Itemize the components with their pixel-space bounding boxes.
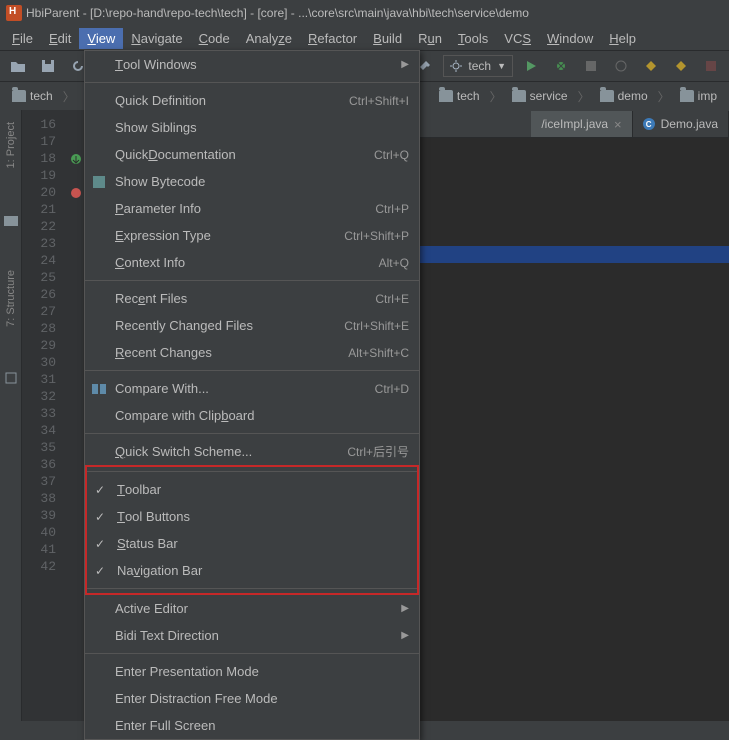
project-tool-button[interactable]: 1: Project (5, 118, 17, 172)
jrebel-debug-icon[interactable] (669, 54, 693, 78)
menu-parameter-info[interactable]: Parameter InfoCtrl+P (85, 195, 419, 222)
structure-icon (4, 371, 18, 385)
menu-tool-buttons[interactable]: ✓Tool Buttons (87, 503, 417, 530)
jrebel-icon[interactable] (639, 54, 663, 78)
tab-impl[interactable]: /iceImpl.java× (531, 111, 632, 137)
crumb-imp[interactable]: imp (674, 87, 723, 105)
line-number-gutter: 1617181920212223242526272829303132333435… (28, 110, 64, 721)
app-icon (6, 5, 22, 21)
menu-refactor[interactable]: Refactor (300, 28, 365, 49)
check-icon: ✓ (95, 537, 105, 551)
menu-recent-files[interactable]: Recent FilesCtrl+E (85, 285, 419, 312)
folder-icon (680, 90, 694, 102)
profiler-icon[interactable] (609, 54, 633, 78)
tab-demo[interactable]: CDemo.java (633, 111, 729, 137)
menu-quick-doc[interactable]: Quick DocumentationCtrl+Q (85, 141, 419, 168)
menu-full-screen[interactable]: Enter Full Screen (85, 712, 419, 739)
check-icon: ✓ (95, 510, 105, 524)
save-all-icon[interactable] (36, 54, 60, 78)
menu-bar: File Edit View Navigate Code Analyze Ref… (0, 26, 729, 50)
menu-quick-definition[interactable]: Quick DefinitionCtrl+Shift+I (85, 87, 419, 114)
menu-show-bytecode[interactable]: Show Bytecode (85, 168, 419, 195)
crumb-root[interactable]: tech (6, 87, 59, 105)
folder-icon (439, 90, 453, 102)
bytecode-icon (91, 174, 107, 190)
menu-code[interactable]: Code (191, 28, 238, 49)
class-icon: C (643, 118, 655, 130)
check-icon: ✓ (95, 564, 105, 578)
highlighted-section: ✓Toolbar ✓Tool Buttons ✓Status Bar ✓Navi… (85, 465, 419, 595)
menu-navigation-bar[interactable]: ✓Navigation Bar (87, 557, 417, 584)
folder-icon (12, 90, 26, 102)
menu-compare-clipboard[interactable]: Compare with Clipboard (85, 402, 419, 429)
menu-toolbar[interactable]: ✓Toolbar (87, 476, 417, 503)
crumb-service[interactable]: service (506, 87, 574, 105)
folder-icon (512, 90, 526, 102)
menu-file[interactable]: File (4, 28, 41, 49)
compare-icon (91, 381, 107, 397)
menu-edit[interactable]: Edit (41, 28, 79, 49)
menu-help[interactable]: Help (601, 28, 644, 49)
close-icon[interactable]: × (614, 117, 622, 132)
tool-window-stripe: 1: Project 7: Structure (0, 110, 22, 721)
run-config-label: tech (468, 59, 491, 73)
menu-recently-changed-files[interactable]: Recently Changed FilesCtrl+Shift+E (85, 312, 419, 339)
menu-presentation[interactable]: Enter Presentation Mode (85, 658, 419, 685)
menu-quick-switch-scheme[interactable]: Quick Switch Scheme...Ctrl+后引号 (85, 438, 419, 465)
menu-compare-with[interactable]: Compare With...Ctrl+D (85, 375, 419, 402)
menu-analyze[interactable]: Analyze (238, 28, 300, 49)
menu-recent-changes[interactable]: Recent ChangesAlt+Shift+C (85, 339, 419, 366)
menu-window[interactable]: Window (539, 28, 601, 49)
menu-distraction-free[interactable]: Enter Distraction Free Mode (85, 685, 419, 712)
title-bar: HbiParent - [D:\repo-hand\repo-tech\tech… (0, 0, 729, 26)
run-icon[interactable] (519, 54, 543, 78)
menu-show-siblings[interactable]: Show Siblings (85, 114, 419, 141)
arrow-right-icon: ▶ (401, 603, 409, 614)
open-icon[interactable] (6, 54, 30, 78)
menu-tool-windows[interactable]: Tool Windows▶ (85, 51, 419, 78)
menu-bidi[interactable]: Bidi Text Direction▶ (85, 622, 419, 649)
check-icon: ✓ (95, 483, 105, 497)
folder-icon (600, 90, 614, 102)
arrow-right-icon: ▶ (401, 59, 409, 70)
crumb-demo[interactable]: demo (594, 87, 654, 105)
debug-icon[interactable] (549, 54, 573, 78)
menu-build[interactable]: Build (365, 28, 410, 49)
menu-context-info[interactable]: Context InfoAlt+Q (85, 249, 419, 276)
structure-tool-button[interactable]: 7: Structure (5, 266, 17, 331)
menu-navigate[interactable]: Navigate (123, 28, 190, 49)
menu-tools[interactable]: Tools (450, 28, 496, 49)
view-menu-popup: Tool Windows▶ Quick DefinitionCtrl+Shift… (84, 50, 420, 740)
menu-expression-type[interactable]: Expression TypeCtrl+Shift+P (85, 222, 419, 249)
menu-vcs[interactable]: VCS (496, 28, 539, 49)
menu-view[interactable]: View (79, 28, 123, 49)
run-config-combo[interactable]: tech ▼ (443, 55, 513, 77)
chevron-right-icon: 〉 (63, 88, 75, 105)
stop-icon[interactable] (699, 54, 723, 78)
menu-status-bar[interactable]: ✓Status Bar (87, 530, 417, 557)
coverage-icon[interactable] (579, 54, 603, 78)
arrow-right-icon: ▶ (401, 630, 409, 641)
menu-run[interactable]: Run (410, 28, 450, 49)
folder-icon (4, 212, 18, 226)
chevron-down-icon: ▼ (497, 61, 506, 71)
window-title: HbiParent - [D:\repo-hand\repo-tech\tech… (26, 6, 529, 20)
crumb-tech[interactable]: tech (433, 87, 486, 105)
gear-icon (450, 60, 462, 72)
menu-active-editor[interactable]: Active Editor▶ (85, 595, 419, 622)
